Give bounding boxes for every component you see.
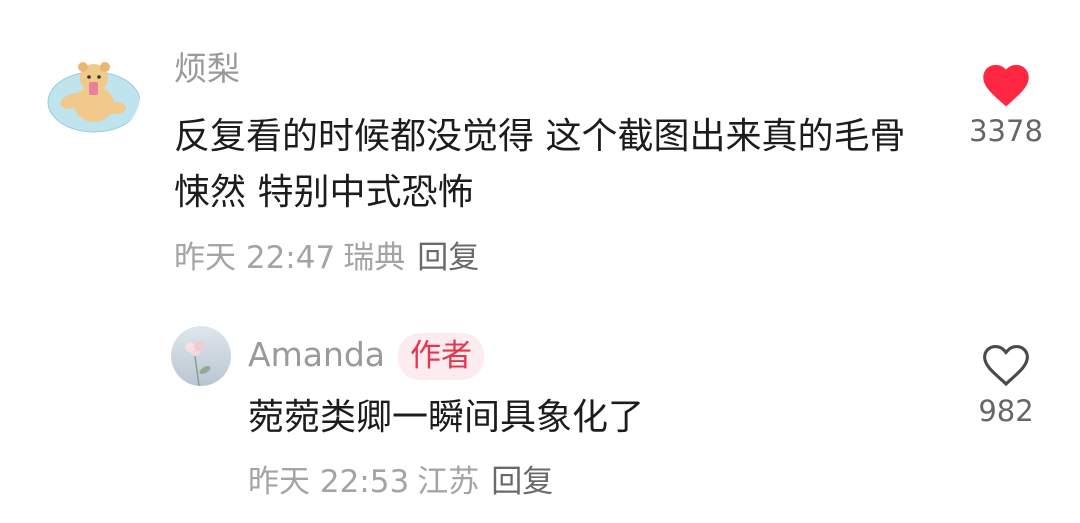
comment-text: 反复看的时候都没觉得 这个截图出来真的毛骨悚然 特别中式恐怖 — [174, 116, 906, 213]
bear-avatar-icon — [47, 62, 140, 133]
comment-location: 江苏 — [417, 464, 480, 500]
flower-avatar-icon — [171, 326, 231, 386]
username[interactable]: 烦梨 — [174, 52, 240, 85]
comment-meta: 昨天 22:53 江苏 回复 — [248, 467, 561, 498]
like-count: 3378 — [969, 114, 1043, 148]
like-button[interactable]: 982 — [951, 338, 1061, 428]
avatar[interactable] — [171, 326, 231, 386]
avatar[interactable] — [44, 56, 140, 134]
heart-filled-icon — [983, 64, 1029, 107]
reply-button[interactable]: 回复 — [417, 240, 479, 276]
comment-meta: 昨天 22:47 瑞典 回复 — [174, 243, 487, 274]
reply-button[interactable]: 回复 — [491, 464, 553, 500]
comment-time: 昨天 22:47 — [174, 240, 336, 276]
like-button[interactable]: 3378 — [951, 58, 1061, 148]
author-badge: 作者 — [398, 333, 484, 380]
like-count: 982 — [978, 394, 1034, 428]
comment-text: 菀菀类卿一瞬间具象化了 — [248, 397, 645, 438]
comment-time: 昨天 22:53 — [248, 464, 410, 500]
comment-location: 瑞典 — [343, 240, 406, 276]
heart-outline-icon — [983, 344, 1029, 387]
username[interactable]: Amanda — [248, 338, 385, 371]
